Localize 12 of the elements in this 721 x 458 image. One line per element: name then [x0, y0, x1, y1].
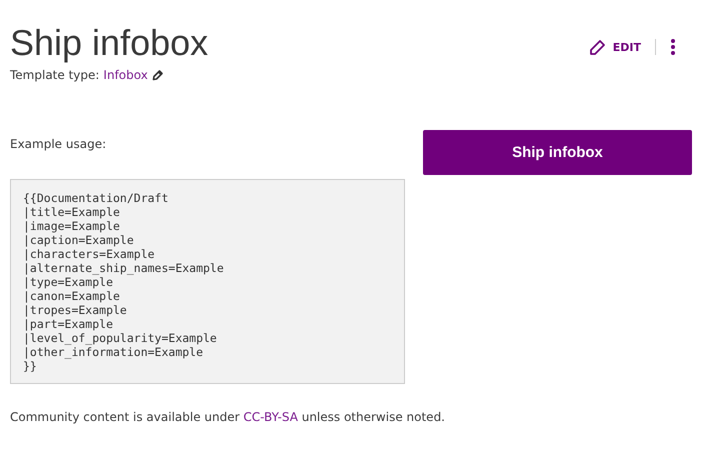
pencil-icon	[588, 38, 607, 56]
license-notice: Community content is available under CC-BY-SA unless otherwise noted.	[10, 410, 446, 424]
pencil-icon[interactable]	[152, 69, 164, 81]
code-block: {{Documentation/Draft |title=Example |image=Example |caption=Example |characters=Example |alternate_ship_names=Example |type=Example |canon=Example |tropes=Example |part=Example |level_of_popularity=Example |other_information=Example }}	[10, 179, 405, 384]
license-link[interactable]: CC-BY-SA	[243, 410, 298, 424]
template-type-link[interactable]: Infobox	[103, 68, 148, 82]
template-type-label: Template type:	[10, 68, 100, 82]
more-options-icon[interactable]	[670, 38, 676, 56]
example-usage-label: Example usage:	[10, 136, 108, 152]
page-title: Ship infobox	[10, 22, 208, 64]
edit-button[interactable]: EDIT	[588, 38, 641, 56]
infobox-title: Ship infobox	[423, 130, 692, 175]
